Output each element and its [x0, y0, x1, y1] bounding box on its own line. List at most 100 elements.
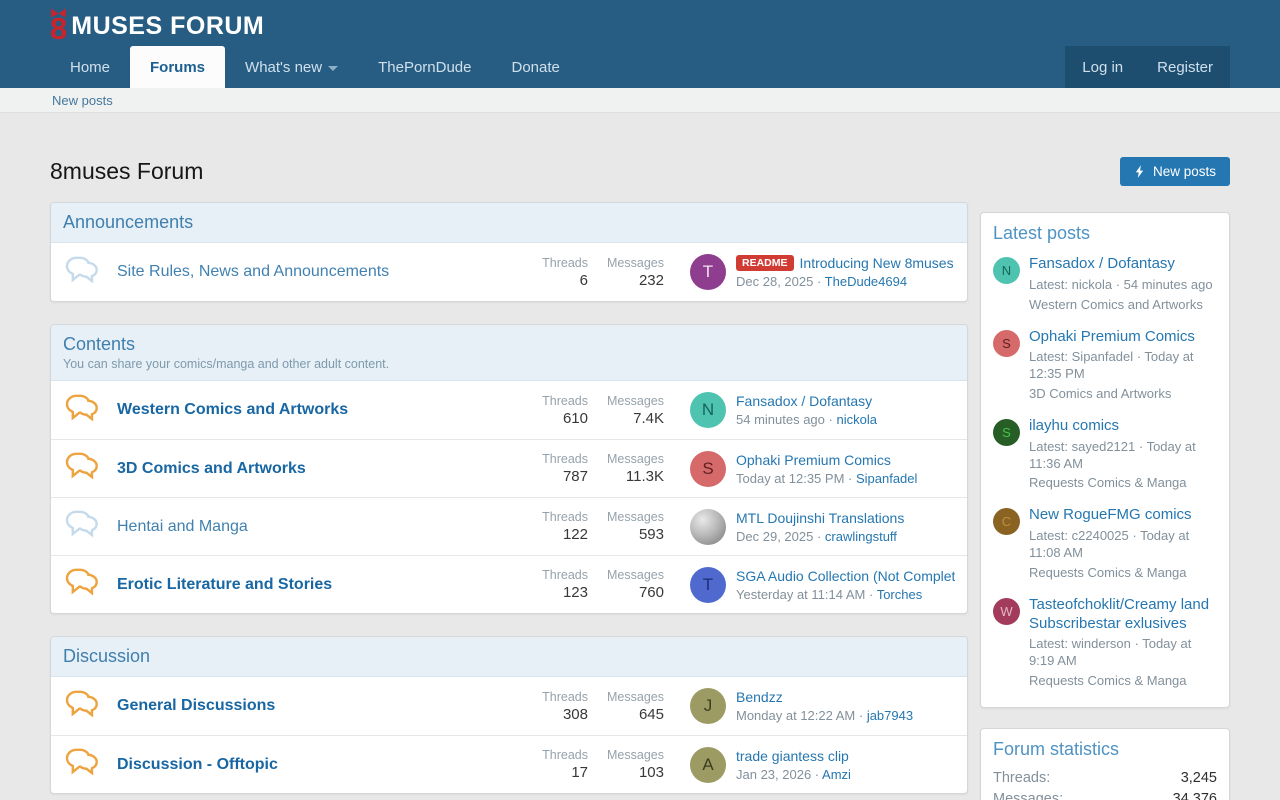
latest-post: A trade giantess clip Jan 23, 2026 · Amz…: [690, 747, 955, 783]
threads-stat: Threads 6: [518, 256, 588, 289]
avatar[interactable]: S: [690, 451, 726, 487]
forum-row: 3D Comics and Artworks Threads 787 Messa…: [51, 439, 967, 497]
threads-stat: Threads 123: [518, 568, 588, 601]
chat-bubbles-icon: [63, 255, 103, 290]
side-thread-link[interactable]: Fansadox / Dofantasy: [1029, 255, 1213, 274]
latest-thread-link[interactable]: SGA Audio Collection (Not Complet...: [736, 568, 955, 584]
messages-stat: Messages 232: [594, 256, 664, 289]
latest-posts-item: W Tasteofchoklit/Creamy land Subscribest…: [981, 593, 1229, 701]
side-forum-name: Requests Comics & Manga: [1029, 565, 1217, 582]
latest-post: T SGA Audio Collection (Not Complet... Y…: [690, 567, 955, 603]
latest-user-link[interactable]: Amzi: [822, 767, 851, 782]
latest-meta: Yesterday at 11:14 AM · Torches: [736, 587, 955, 602]
messages-stat: Messages 760: [594, 568, 664, 601]
side-forum-name: Requests Comics & Manga: [1029, 475, 1217, 492]
latest-thread-link[interactable]: Introducing New 8muses ...: [800, 255, 955, 271]
messages-stat: Messages 103: [594, 748, 664, 781]
avatar[interactable]: [690, 509, 726, 545]
side-meta: Latest: sayed2121 · Today at 11:36 AM: [1029, 439, 1217, 473]
category-title: Announcements: [63, 212, 955, 233]
threads-stat: Threads 17: [518, 748, 588, 781]
side-forum-name: 3D Comics and Artworks: [1029, 386, 1217, 403]
latest-thread-link[interactable]: Ophaki Premium Comics: [736, 452, 891, 468]
latest-user-link[interactable]: Sipanfadel: [856, 471, 917, 486]
threads-stat: Threads 787: [518, 452, 588, 485]
nav-item[interactable]: What's new: [225, 46, 358, 88]
side-thread-link[interactable]: Ophaki Premium Comics: [1029, 328, 1217, 347]
side-thread-link[interactable]: Tasteofchoklit/Creamy land Subscribestar…: [1029, 596, 1217, 634]
new-posts-button[interactable]: New posts: [1120, 157, 1230, 186]
avatar[interactable]: W: [993, 598, 1020, 625]
page-title: 8muses Forum: [50, 158, 203, 185]
nav-item[interactable]: Home: [50, 46, 130, 88]
header-top: 8 MUSES FORUM: [0, 0, 1280, 46]
logo-text: MUSES FORUM: [71, 12, 264, 41]
avatar[interactable]: S: [993, 419, 1020, 446]
nav-item[interactable]: Forums: [130, 46, 225, 88]
category-block: Discussion General Discussions Threads 3…: [50, 636, 968, 794]
sub-navigation: New posts: [0, 88, 1280, 113]
forum-row: Site Rules, News and Announcements Threa…: [51, 243, 967, 301]
site-logo[interactable]: 8 MUSES FORUM: [50, 9, 264, 46]
avatar[interactable]: A: [690, 747, 726, 783]
threads-stat: Threads 308: [518, 690, 588, 723]
readme-badge: README: [736, 255, 794, 271]
subnav-new-posts-link[interactable]: New posts: [52, 93, 113, 108]
side-meta: Latest: Sipanfadel · Today at 12:35 PM: [1029, 349, 1217, 383]
category-block: Contents You can share your comics/manga…: [50, 324, 968, 614]
forum-title-link[interactable]: Discussion - Offtopic: [117, 756, 512, 774]
latest-meta: 54 minutes ago · nickola: [736, 412, 877, 427]
avatar[interactable]: S: [993, 330, 1020, 357]
forum-title-link[interactable]: General Discussions: [117, 697, 512, 715]
side-thread-link[interactable]: New RogueFMG comics: [1029, 506, 1217, 525]
latest-user-link[interactable]: crawlingstuff: [825, 529, 897, 544]
nav-item[interactable]: Log in: [1065, 46, 1140, 88]
latest-posts-item: C New RogueFMG comics Latest: c2240025 ·…: [981, 503, 1229, 592]
forum-row: General Discussions Threads 308 Messages…: [51, 677, 967, 735]
nav-item[interactable]: Donate: [492, 46, 580, 88]
nav-item[interactable]: Register: [1140, 46, 1230, 88]
avatar[interactable]: T: [690, 567, 726, 603]
category-header: Announcements: [51, 203, 967, 243]
category-title: Discussion: [63, 646, 955, 667]
latest-user-link[interactable]: TheDude4694: [825, 274, 907, 289]
avatar[interactable]: N: [993, 257, 1020, 284]
lightning-bolt-icon: [1134, 164, 1145, 179]
latest-thread-link[interactable]: trade giantess clip: [736, 748, 849, 764]
latest-post: MTL Doujinshi Translations Dec 29, 2025 …: [690, 509, 955, 545]
messages-stat: Messages 11.3K: [594, 452, 664, 485]
latest-meta: Monday at 12:22 AM · jab7943: [736, 708, 913, 723]
latest-thread-link[interactable]: Fansadox / Dofantasy: [736, 393, 872, 409]
stats-row: Threads: 3,245: [981, 768, 1229, 789]
sidebar: Latest posts N Fansadox / Dofantasy Late…: [980, 202, 1230, 800]
forum-title-link[interactable]: Hentai and Manga: [117, 518, 512, 536]
forum-title-link[interactable]: Erotic Literature and Stories: [117, 576, 512, 594]
latest-meta: Today at 12:35 PM · Sipanfadel: [736, 471, 917, 486]
nav-item[interactable]: ThePornDude: [358, 46, 491, 88]
messages-stat: Messages 593: [594, 510, 664, 543]
avatar[interactable]: T: [690, 254, 726, 290]
latest-thread-link[interactable]: MTL Doujinshi Translations: [736, 510, 904, 526]
latest-posts-block: Latest posts N Fansadox / Dofantasy Late…: [980, 212, 1230, 708]
latest-user-link[interactable]: Torches: [877, 587, 923, 602]
category-title: Contents: [63, 334, 955, 355]
latest-meta: Dec 28, 2025 · TheDude4694: [736, 274, 955, 289]
side-forum-name: Requests Comics & Manga: [1029, 673, 1217, 690]
forum-row: Discussion - Offtopic Threads 17 Message…: [51, 735, 967, 793]
chat-bubbles-icon: [63, 747, 103, 782]
avatar[interactable]: N: [690, 392, 726, 428]
forum-title-link[interactable]: Western Comics and Artworks: [117, 401, 512, 419]
avatar[interactable]: C: [993, 508, 1020, 535]
latest-user-link[interactable]: jab7943: [867, 708, 913, 723]
messages-stat: Messages 7.4K: [594, 394, 664, 427]
side-thread-link[interactable]: ilayhu comics: [1029, 417, 1217, 436]
chat-bubbles-icon: [63, 567, 103, 602]
latest-posts-item: S ilayhu comics Latest: sayed2121 · Toda…: [981, 414, 1229, 503]
avatar[interactable]: J: [690, 688, 726, 724]
latest-user-link[interactable]: nickola: [836, 412, 876, 427]
latest-thread-link[interactable]: Bendzz: [736, 689, 783, 705]
side-meta: Latest: nickola · 54 minutes ago: [1029, 277, 1213, 294]
forum-title-link[interactable]: Site Rules, News and Announcements: [117, 263, 512, 281]
forum-list: Announcements Site Rules, News and Annou…: [50, 202, 968, 800]
forum-title-link[interactable]: 3D Comics and Artworks: [117, 460, 512, 478]
